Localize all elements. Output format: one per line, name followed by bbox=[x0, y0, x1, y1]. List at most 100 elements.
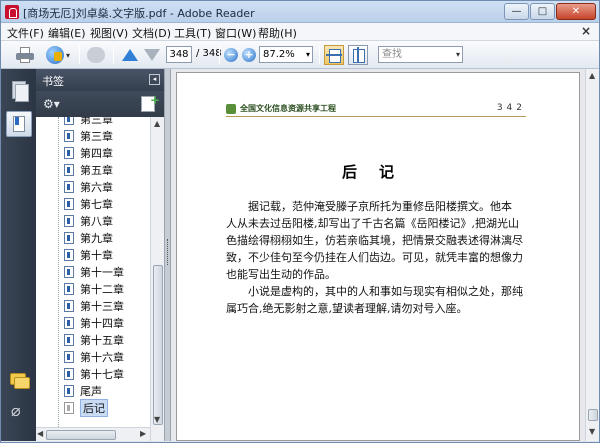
options-menu-button[interactable]: ⚙▾ bbox=[43, 97, 60, 111]
scrollbar-thumb[interactable] bbox=[588, 409, 598, 421]
text-line: 人从未去过岳阳楼,却写出了千古名篇《岳阳楼记》,把湖光山 bbox=[226, 217, 519, 230]
bookmarks-vertical-scrollbar[interactable]: ▲ ▼ bbox=[150, 117, 164, 441]
bookmark-page-icon bbox=[64, 402, 74, 414]
bookmark-label: 第三章 bbox=[80, 130, 113, 143]
zoom-level-select[interactable]: 87.2% ▾ bbox=[259, 46, 313, 63]
bookmark-item[interactable]: 第八章 bbox=[64, 213, 148, 229]
bookmark-item[interactable]: 第六章 bbox=[64, 179, 148, 195]
bookmark-page-icon bbox=[64, 351, 74, 363]
app-window: [商场无厄]刘卓燊.文字版.pdf - Adobe Reader — □ ✕ 文… bbox=[0, 0, 600, 443]
scroll-up-icon[interactable]: ▲ bbox=[589, 71, 595, 80]
bookmark-label: 第十一章 bbox=[80, 266, 124, 279]
page-total: / 348 bbox=[196, 48, 222, 59]
bookmarks-toolbar: ⚙▾ bbox=[36, 91, 164, 117]
menu-help[interactable]: 帮助(H) bbox=[258, 25, 297, 41]
header-page-number: 342 bbox=[496, 103, 526, 113]
paragraph-2: 小说是虚构的，其中的人和事如与现实有相似之处，那纯 属巧合,绝无影射之意,望读者… bbox=[226, 283, 526, 317]
splitter-grip[interactable] bbox=[167, 239, 169, 265]
page-number-input[interactable]: 348 bbox=[166, 46, 192, 63]
bookmark-item[interactable]: 第四章 bbox=[64, 145, 148, 161]
scrollbar-thumb[interactable] bbox=[46, 430, 116, 440]
menu-file[interactable]: 文件(F) bbox=[7, 25, 44, 41]
zoom-out-button[interactable]: − bbox=[223, 45, 239, 65]
zoom-out-icon: − bbox=[224, 48, 238, 62]
bookmark-item[interactable]: 第十五章 bbox=[64, 332, 148, 348]
document-view[interactable]: 全国文化信息资源共享工程 342 后记 据记载，范仲淹受滕子京所托为重修岳阳楼撰… bbox=[171, 69, 585, 441]
bookmark-label: 第十三章 bbox=[80, 300, 124, 313]
header-title: 全国文化信息资源共享工程 bbox=[240, 104, 336, 113]
bookmark-item[interactable]: 第十章 bbox=[64, 247, 148, 263]
bookmark-tree: 第三章 第三章 第四章 第五章 第六章 第七章 第八章 第九章 第十章 第十一章… bbox=[36, 117, 150, 427]
bookmark-page-icon bbox=[64, 147, 74, 159]
bookmark-page-icon bbox=[64, 117, 74, 125]
title-bar[interactable]: [商场无厄]刘卓燊.文字版.pdf - Adobe Reader — □ ✕ bbox=[1, 1, 599, 23]
bookmarks-icon[interactable] bbox=[6, 111, 32, 137]
bookmark-item[interactable]: 第十一章 bbox=[64, 264, 148, 280]
previous-page-button[interactable] bbox=[121, 45, 139, 65]
zoom-in-button[interactable]: + bbox=[241, 45, 257, 65]
scroll-left-icon[interactable]: ◀ bbox=[37, 429, 43, 438]
fit-page-button[interactable] bbox=[323, 45, 345, 65]
bookmark-page-icon bbox=[64, 317, 74, 329]
new-bookmark-icon[interactable] bbox=[141, 93, 160, 112]
fit-width-button[interactable] bbox=[347, 45, 369, 65]
scroll-right-icon[interactable]: ▶ bbox=[140, 429, 146, 438]
bookmark-item-selected[interactable]: 后记 bbox=[64, 399, 148, 417]
bookmark-page-icon bbox=[64, 198, 74, 210]
scroll-down-icon[interactable]: ▼ bbox=[154, 415, 160, 424]
chapter-title: 后记 bbox=[341, 163, 416, 181]
bookmark-item[interactable]: 第三章 bbox=[64, 117, 148, 127]
menu-tools[interactable]: 工具(T) bbox=[174, 25, 211, 41]
bookmark-item[interactable]: 第十七章 bbox=[64, 366, 148, 382]
bookmark-item[interactable]: 第十三章 bbox=[64, 298, 148, 314]
collaborate-button[interactable]: ▾ bbox=[43, 45, 73, 65]
bookmark-page-icon bbox=[64, 385, 74, 397]
toolbar: ▾ 348 / 348 − + 87.2% ▾ 查找 ▾ bbox=[1, 41, 599, 69]
bookmarks-horizontal-scrollbar[interactable]: ◀ ▶ bbox=[36, 427, 150, 441]
attachments-icon[interactable]: ⌀ bbox=[11, 401, 29, 421]
bookmark-page-icon bbox=[64, 300, 74, 312]
bookmark-item[interactable]: 第三章 bbox=[64, 128, 148, 144]
menu-view[interactable]: 视图(V) bbox=[90, 25, 128, 41]
text-line: 据记载，范仲淹受滕子京所托为重修岳阳楼撰文。他本 bbox=[248, 200, 512, 213]
bookmark-page-icon bbox=[64, 368, 74, 380]
pane-splitter[interactable] bbox=[164, 69, 171, 441]
bookmark-page-icon bbox=[64, 181, 74, 193]
bookmark-item[interactable]: 第九章 bbox=[64, 230, 148, 246]
menu-document[interactable]: 文档(D) bbox=[132, 25, 171, 41]
scroll-down-icon[interactable]: ▼ bbox=[589, 427, 595, 436]
bookmark-label: 第三章 bbox=[80, 117, 113, 126]
previous-page-icon bbox=[122, 49, 138, 61]
search-input[interactable]: 查找 ▾ bbox=[378, 46, 463, 63]
printer-icon bbox=[16, 47, 34, 63]
pdf-page: 全国文化信息资源共享工程 342 后记 据记载，范仲淹受滕子京所托为重修岳阳楼撰… bbox=[176, 72, 580, 441]
comments-icon[interactable] bbox=[10, 371, 30, 391]
bookmark-item[interactable]: 第十四章 bbox=[64, 315, 148, 331]
toolbar-separator bbox=[79, 46, 80, 64]
chevron-down-icon: ▾ bbox=[305, 50, 310, 59]
next-page-button[interactable] bbox=[143, 45, 161, 65]
pages-icon[interactable] bbox=[10, 81, 29, 102]
menu-window[interactable]: 窗口(W) bbox=[215, 25, 256, 41]
scrollbar-thumb[interactable] bbox=[153, 265, 163, 425]
bookmark-item[interactable]: 第十二章 bbox=[64, 281, 148, 297]
print-button[interactable] bbox=[13, 45, 37, 65]
fit-page-icon bbox=[324, 45, 344, 65]
bookmark-item[interactable]: 第五章 bbox=[64, 162, 148, 178]
menu-edit[interactable]: 编辑(E) bbox=[48, 25, 86, 41]
bookmark-page-icon bbox=[64, 283, 74, 295]
document-vertical-scrollbar[interactable]: ▲ ▼ bbox=[585, 69, 599, 441]
bookmark-item[interactable]: 第十六章 bbox=[64, 349, 148, 365]
document-close-icon[interactable]: × bbox=[581, 24, 591, 38]
maximize-button[interactable]: □ bbox=[530, 3, 555, 20]
bookmark-item[interactable]: 尾声 bbox=[64, 383, 148, 399]
collapse-panel-button[interactable]: ◂ bbox=[149, 74, 160, 85]
page-header: 全国文化信息资源共享工程 342 bbox=[226, 103, 526, 117]
scroll-up-icon[interactable]: ▲ bbox=[154, 119, 160, 128]
secure-button[interactable] bbox=[85, 45, 107, 65]
close-button[interactable]: ✕ bbox=[556, 3, 596, 20]
collaborate-dropdown-caret: ▾ bbox=[65, 50, 70, 60]
minimize-button[interactable]: — bbox=[504, 3, 529, 20]
bookmark-item[interactable]: 第七章 bbox=[64, 196, 148, 212]
text-line: 致，不少佳句至今仍挂在人们齿边。可见，就凭丰富的想像力 bbox=[226, 251, 523, 264]
